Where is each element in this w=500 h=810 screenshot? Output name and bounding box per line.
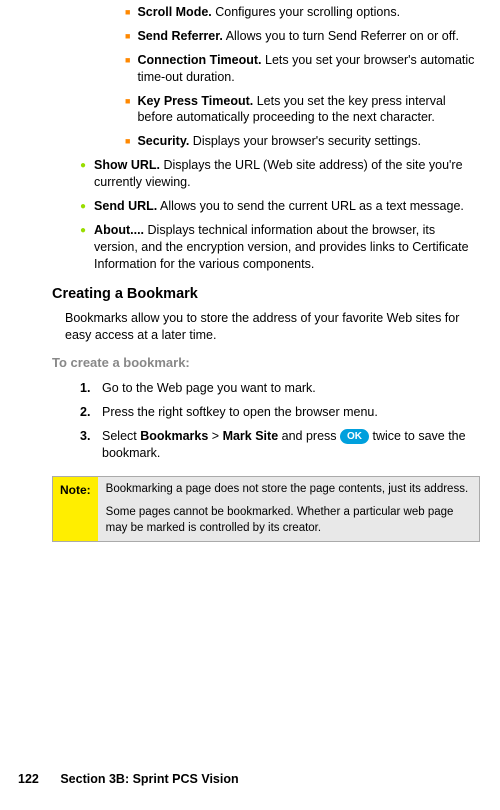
note-line: Bookmarking a page does not store the pa…	[106, 482, 471, 498]
bullet-icon: ■	[125, 28, 130, 45]
ok-icon: OK	[340, 429, 369, 444]
item-text: Key Press Timeout. Lets you set the key …	[137, 93, 480, 127]
item-text: Scroll Mode. Configures your scrolling o…	[137, 4, 400, 21]
list-item: ● Send URL. Allows you to send the curre…	[80, 198, 480, 215]
step-item: 1. Go to the Web page you want to mark.	[80, 380, 480, 397]
item-text: Send URL. Allows you to send the current…	[94, 198, 464, 215]
bullet-icon: ■	[125, 133, 130, 150]
bullet-icon: ■	[125, 4, 130, 21]
list-item: ■ Key Press Timeout. Lets you set the ke…	[125, 93, 480, 127]
bullet-icon: ●	[80, 222, 86, 273]
subheading: To create a bookmark:	[52, 354, 480, 372]
bullet-icon: ●	[80, 157, 86, 191]
note-line: Some pages cannot be bookmarked. Whether…	[106, 505, 471, 536]
list-item: ● Show URL. Displays the URL (Web site a…	[80, 157, 480, 191]
bullet-icon: ■	[125, 52, 130, 86]
intro-text: Bookmarks allow you to store the address…	[65, 310, 480, 344]
note-body: Bookmarking a page does not store the pa…	[98, 477, 479, 542]
bullet-icon: ●	[80, 198, 86, 215]
section-heading: Creating a Bookmark	[52, 285, 480, 305]
page-number: 122	[18, 772, 39, 786]
item-text: Security. Displays your browser's securi…	[137, 133, 421, 150]
note-label: Note:	[53, 477, 98, 542]
step-number: 1.	[80, 380, 102, 397]
list-item: ■ Security. Displays your browser's secu…	[125, 133, 480, 150]
bullet-icon: ■	[125, 93, 130, 127]
item-text: Show URL. Displays the URL (Web site add…	[94, 157, 480, 191]
step-item: 3. Select Bookmarks > Mark Site and pres…	[80, 428, 480, 462]
section-label: Section 3B: Sprint PCS Vision	[60, 772, 238, 786]
step-text: Press the right softkey to open the brow…	[102, 404, 378, 421]
note-box: Note: Bookmarking a page does not store …	[52, 476, 480, 543]
step-number: 3.	[80, 428, 102, 462]
step-item: 2. Press the right softkey to open the b…	[80, 404, 480, 421]
list-item: ■ Scroll Mode. Configures your scrolling…	[125, 4, 480, 21]
list-item: ■ Send Referrer. Allows you to turn Send…	[125, 28, 480, 45]
list-item: ● About.... Displays technical informati…	[80, 222, 480, 273]
step-text: Select Bookmarks > Mark Site and press O…	[102, 428, 480, 462]
page-footer: 122 Section 3B: Sprint PCS Vision	[18, 771, 239, 788]
step-number: 2.	[80, 404, 102, 421]
list-item: ■ Connection Timeout. Lets you set your …	[125, 52, 480, 86]
item-text: Send Referrer. Allows you to turn Send R…	[137, 28, 458, 45]
step-text: Go to the Web page you want to mark.	[102, 380, 316, 397]
item-text: Connection Timeout. Lets you set your br…	[137, 52, 480, 86]
item-text: About.... Displays technical information…	[94, 222, 480, 273]
